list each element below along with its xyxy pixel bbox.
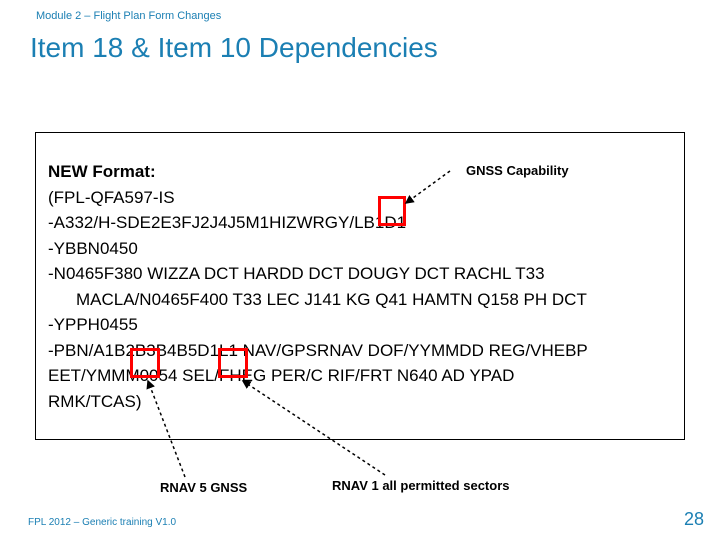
page-title: Item 18 & Item 10 Dependencies [0,28,720,64]
footer-text: FPL 2012 – Generic training V1.0 [28,517,176,528]
rnav5-caption: RNAV 5 GNSS [160,480,247,495]
page-number: 28 [684,509,704,530]
highlight-box-g [378,196,406,226]
fpl-line-4a: -N0465F380 WIZZA DCT HARDD DCT DOUGY DCT… [48,261,674,287]
fpl-line-6c: RMK/TCAS) [48,389,674,415]
highlight-box-d1 [218,348,248,378]
format-heading: NEW Format: [48,162,156,181]
flightplan-box: NEW Format: (FPL-QFA597-IS -A332/H-SDE2E… [35,132,685,440]
fpl-line-4b: MACLA/N0465F400 T33 LEC J141 KG Q41 HAMT… [48,287,674,313]
flightplan-text: NEW Format: (FPL-QFA597-IS -A332/H-SDE2E… [36,133,684,424]
fpl-line-3: -YBBN0450 [48,236,674,262]
gnss-capability-label: GNSS Capability [466,163,569,178]
highlight-box-b2 [130,348,160,378]
module-header: Module 2 – Flight Plan Form Changes [0,0,720,28]
fpl-line-1: (FPL-QFA597-IS [48,185,674,211]
fpl-line-2: -A332/H-SDE2E3FJ2J4J5M1HIZWRGY/LB1D1 [48,210,674,236]
rnav1-caption: RNAV 1 all permitted sectors [332,478,509,493]
fpl-line-5: -YPPH0455 [48,312,674,338]
